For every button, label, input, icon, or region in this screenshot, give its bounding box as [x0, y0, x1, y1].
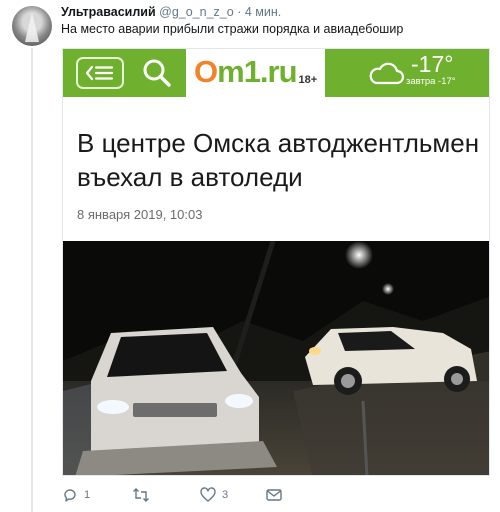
- author-name[interactable]: Ультравасилий: [61, 5, 156, 19]
- search-icon[interactable]: [139, 55, 175, 91]
- tweet-header: Ультравасилий @g_o_n_z_o · 4 мин.: [61, 5, 281, 20]
- article-headline: В центре Омска автоджентльмен въехал в а…: [77, 128, 480, 192]
- author-handle[interactable]: @g_o_n_z_o: [159, 5, 234, 19]
- like-button[interactable]: 3: [200, 486, 228, 504]
- cloud-icon: [369, 62, 405, 85]
- article-photo: [63, 241, 489, 475]
- weather-temperature: -17°: [411, 51, 454, 77]
- tweet-time[interactable]: 4 мин.: [245, 5, 281, 19]
- reply-button[interactable]: 1: [62, 486, 90, 504]
- tweet-actions: 1 3: [62, 486, 362, 504]
- thread-line: [31, 48, 33, 512]
- reply-count: 1: [84, 489, 91, 501]
- avatar[interactable]: [12, 6, 52, 46]
- message-icon: [266, 489, 282, 501]
- menu-back-button[interactable]: [76, 57, 124, 89]
- tweet-text: На место аварии прибыли стражи порядка и…: [61, 22, 404, 36]
- menu-back-icon: [85, 65, 114, 81]
- like-icon: [200, 487, 216, 502]
- article-date: 8 января 2019, 10:03: [77, 207, 203, 222]
- retweet-button[interactable]: [132, 486, 156, 504]
- logo-main: Om1.ru: [194, 54, 298, 89]
- site-header: Om1.ru 18+ -17° завтра -17°: [63, 49, 489, 97]
- direct-message-button[interactable]: [266, 486, 282, 504]
- header-separator: ·: [237, 5, 242, 19]
- retweet-icon: [133, 488, 149, 502]
- like-count: 3: [222, 489, 229, 501]
- reply-icon: [64, 489, 76, 502]
- logo-text: Om1.ru 18+: [194, 53, 317, 99]
- attached-screenshot[interactable]: Om1.ru 18+ -17° завтра -17° В центре Омск…: [62, 48, 490, 476]
- weather-tomorrow: завтра -17°: [406, 76, 456, 87]
- site-logo[interactable]: Om1.ru 18+: [186, 49, 325, 97]
- logo-age-rating: 18+: [298, 74, 318, 86]
